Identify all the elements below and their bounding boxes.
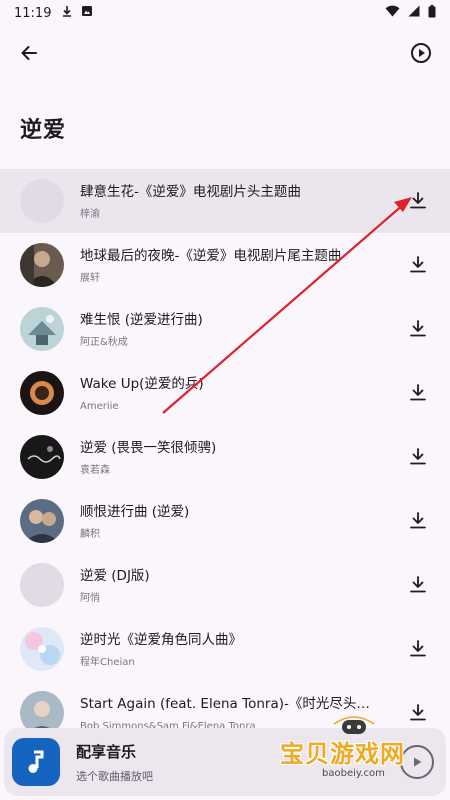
song-row[interactable]: 逆爱 (DJ版) 阿悄	[0, 553, 450, 617]
song-artist: 梓渝	[80, 208, 100, 220]
page-title: 逆爱	[20, 118, 67, 143]
song-row[interactable]: 地球最后的夜晚-《逆爱》电视剧片尾主题曲 展轩	[0, 233, 450, 297]
song-row[interactable]: 逆时光《逆爱角色同人曲》 程年Cheian	[0, 617, 450, 681]
song-artist: 袁若森	[80, 464, 110, 476]
song-row[interactable]: 难生恨 (逆爱进行曲) 阿正&秋成	[0, 297, 450, 361]
download-icon[interactable]	[408, 447, 428, 467]
song-title: 逆爱 (DJ版)	[80, 567, 150, 584]
download-icon[interactable]	[408, 575, 428, 595]
download-icon[interactable]	[408, 639, 428, 659]
play-all-button[interactable]	[406, 38, 436, 68]
song-list: 肆意生花-《逆爱》电视剧片头主题曲 梓渝 地球最后的夜晚-《逆爱》电视剧片尾主题…	[0, 169, 450, 745]
album-cover	[20, 435, 64, 479]
album-cover	[20, 499, 64, 543]
player-subtitle: 选个歌曲播放吧	[76, 769, 153, 783]
album-cover	[20, 627, 64, 671]
download-status-icon	[61, 5, 73, 21]
song-artist: Ameriie	[80, 400, 119, 412]
album-cover	[20, 243, 64, 287]
play-icon	[414, 757, 422, 767]
song-title: 难生恨 (逆爱进行曲)	[80, 311, 203, 328]
song-row[interactable]: 逆爱 (畏畏一笑很倾骋) 袁若森	[0, 425, 450, 489]
download-icon[interactable]	[408, 511, 428, 531]
status-bar: 11:19	[0, 0, 450, 26]
signal-icon	[408, 5, 420, 21]
song-row[interactable]: 顺恨进行曲 (逆爱) 麟积	[0, 489, 450, 553]
song-title: Start Again (feat. Elena Tonra)-《时光尽头的恋…	[80, 695, 380, 712]
status-time: 11:19	[14, 5, 52, 21]
album-cover	[20, 563, 64, 607]
album-cover	[20, 371, 64, 415]
song-title: 肆意生花-《逆爱》电视剧片头主题曲	[80, 183, 301, 200]
song-title: 逆爱 (畏畏一笑很倾骋)	[80, 439, 217, 456]
song-artist: 阿悄	[80, 592, 100, 604]
song-row[interactable]: Wake Up(逆爱的兵) Ameriie	[0, 361, 450, 425]
top-app-bar	[0, 30, 450, 76]
download-icon[interactable]	[408, 703, 428, 723]
song-title: 逆时光《逆爱角色同人曲》	[80, 631, 242, 648]
song-title: 顺恨进行曲 (逆爱)	[80, 503, 190, 520]
arrow-left-icon	[21, 46, 37, 60]
wifi-icon	[385, 5, 400, 21]
song-artist: 程年Cheian	[80, 656, 135, 668]
mini-player[interactable]: 配享音乐 选个歌曲播放吧	[4, 728, 446, 796]
song-artist: 阿正&秋成	[80, 336, 128, 348]
download-icon[interactable]	[408, 383, 428, 403]
player-title: 配享音乐	[76, 742, 137, 761]
download-icon[interactable]	[408, 255, 428, 275]
song-title: 地球最后的夜晚-《逆爱》电视剧片尾主题曲	[80, 247, 342, 264]
notification-status-icon	[81, 5, 93, 21]
player-play-button[interactable]	[400, 745, 434, 779]
album-cover	[20, 307, 64, 351]
back-button[interactable]	[14, 38, 44, 68]
album-cover	[20, 179, 64, 223]
song-row[interactable]: 肆意生花-《逆爱》电视剧片头主题曲 梓渝	[0, 169, 450, 233]
download-icon[interactable]	[408, 191, 428, 211]
music-note-icon	[28, 750, 44, 773]
song-artist: 展轩	[80, 272, 100, 284]
play-circle-icon	[411, 43, 431, 63]
song-artist: 麟积	[80, 528, 100, 540]
battery-icon	[428, 4, 436, 22]
download-icon[interactable]	[408, 319, 428, 339]
song-title: Wake Up(逆爱的兵)	[80, 375, 204, 392]
player-artwork	[12, 738, 60, 786]
